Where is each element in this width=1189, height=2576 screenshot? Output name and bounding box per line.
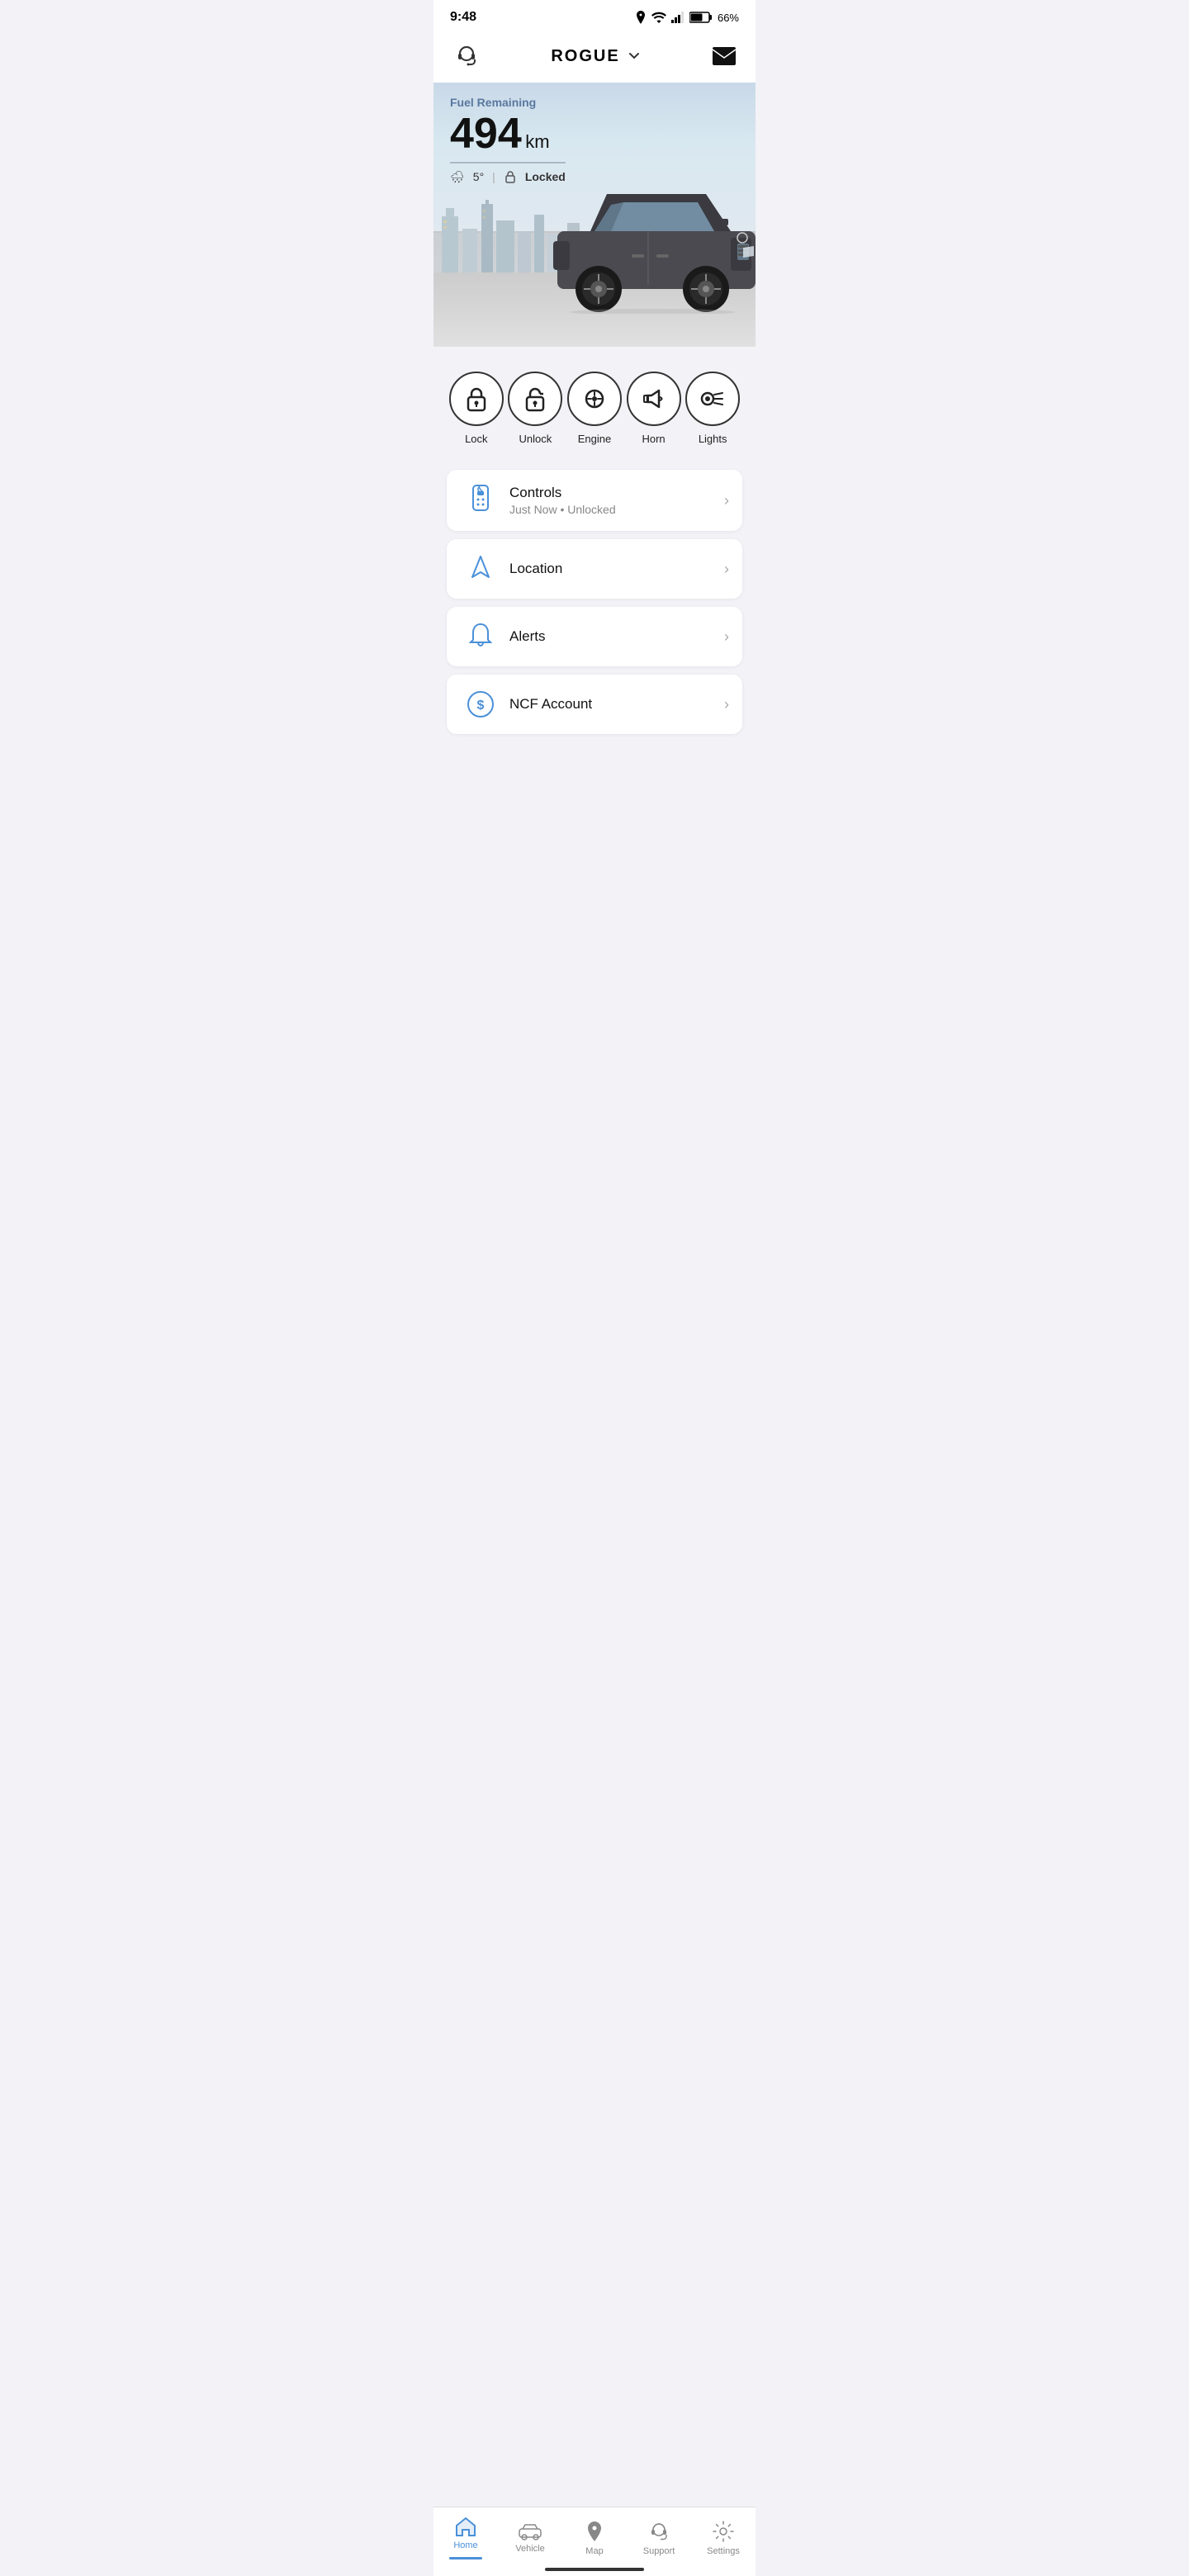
engine-icon: [581, 386, 608, 412]
lock-status: Locked: [525, 170, 566, 183]
temperature: 5°: [473, 170, 484, 183]
bottom-navigation: Home Vehicle Map Support: [433, 2507, 756, 2576]
lock-circle: [449, 372, 504, 426]
status-bar: 9:48 66%: [433, 0, 756, 31]
menu-section: Controls Just Now • Unlocked › Location …: [433, 470, 756, 747]
home-indicator-bar: [545, 2568, 644, 2571]
engine-button[interactable]: Engine: [567, 372, 622, 445]
support-headset-icon: [647, 2520, 671, 2543]
alerts-content: Alerts: [501, 628, 724, 645]
controls-icon-container: [460, 485, 501, 516]
dropdown-chevron-icon: [627, 49, 642, 64]
lights-button[interactable]: Lights: [685, 372, 740, 445]
controls-remote-icon: [467, 485, 494, 516]
fuel-unit: km: [525, 131, 549, 152]
lock-label: Lock: [465, 433, 487, 445]
quick-controls-section: Lock Unlock: [433, 347, 756, 470]
controls-subtitle: Just Now • Unlocked: [509, 503, 716, 516]
battery-icon: [689, 12, 713, 23]
app-header: ROGUE: [433, 31, 756, 83]
controls-title: Controls: [509, 485, 716, 501]
ncf-title: NCF Account: [509, 696, 716, 713]
ncf-dollar-icon: $: [466, 689, 495, 719]
fuel-divider: [450, 162, 566, 163]
ncf-icon-container: $: [460, 689, 501, 719]
unlock-circle: [508, 372, 562, 426]
nav-vehicle[interactable]: Vehicle: [498, 2522, 562, 2554]
location-chevron: ›: [724, 561, 729, 578]
nav-support[interactable]: Support: [627, 2520, 691, 2556]
battery-percent: 66%: [718, 12, 739, 24]
home-icon: [454, 2516, 477, 2537]
nav-support-label: Support: [643, 2546, 675, 2556]
controls-menu-item[interactable]: Controls Just Now • Unlocked ›: [447, 470, 742, 531]
controls-content: Controls Just Now • Unlocked: [501, 485, 724, 516]
fuel-label: Fuel Remaining: [450, 96, 739, 109]
location-nav-icon: [468, 554, 493, 584]
alerts-title: Alerts: [509, 628, 716, 645]
nav-home-label: Home: [453, 2540, 477, 2550]
vehicle-status: 🌧 5° | Locked: [450, 170, 739, 184]
horn-label: Horn: [642, 433, 665, 445]
hero-section: Fuel Remaining 494 km 🌧 5° | Locked: [433, 83, 756, 347]
engine-label: Engine: [578, 433, 611, 445]
vehicle-selector[interactable]: ROGUE: [551, 47, 641, 66]
horn-icon: [641, 386, 667, 412]
location-title: Location: [509, 561, 716, 577]
nav-settings-label: Settings: [707, 2546, 740, 2556]
fuel-amount: 494 km: [450, 112, 739, 155]
support-icon[interactable]: [450, 40, 483, 73]
lights-label: Lights: [699, 433, 727, 445]
status-time: 9:48: [450, 10, 476, 25]
status-icons: 66%: [635, 11, 739, 24]
location-icon: [635, 11, 647, 24]
location-icon-container: [460, 554, 501, 584]
lights-circle: [685, 372, 740, 426]
vehicle-name: ROGUE: [551, 47, 619, 66]
nav-map-label: Map: [585, 2546, 603, 2556]
alerts-icon-container: [460, 622, 501, 651]
signal-icon: [671, 12, 685, 23]
nav-settings[interactable]: Settings: [691, 2520, 756, 2556]
ncf-content: NCF Account: [501, 696, 724, 713]
mail-icon: [712, 46, 737, 66]
wifi-icon: [651, 12, 666, 23]
svg-text:$: $: [477, 698, 485, 713]
weather-icon: 🌧: [450, 170, 465, 184]
horn-circle: [627, 372, 681, 426]
map-pin-icon: [585, 2520, 604, 2543]
location-menu-item[interactable]: Location ›: [447, 539, 742, 599]
messages-button[interactable]: [709, 41, 739, 71]
unlock-icon: [522, 386, 548, 412]
lock-icon: [463, 386, 490, 412]
location-content: Location: [501, 561, 724, 577]
vehicle-icon: [518, 2522, 542, 2540]
horn-button[interactable]: Horn: [627, 372, 681, 445]
engine-circle: [567, 372, 622, 426]
nav-vehicle-label: Vehicle: [515, 2544, 544, 2554]
alerts-chevron: ›: [724, 628, 729, 646]
lock-icon: [504, 170, 517, 183]
controls-chevron: ›: [724, 492, 729, 509]
settings-gear-icon: [712, 2520, 735, 2543]
nav-home[interactable]: Home: [433, 2516, 498, 2559]
ncf-account-menu-item[interactable]: $ NCF Account ›: [447, 675, 742, 734]
quick-controls: Lock Unlock: [447, 363, 742, 462]
nav-map[interactable]: Map: [562, 2520, 627, 2556]
lights-icon: [699, 386, 726, 412]
fuel-number: 494: [450, 110, 522, 158]
alerts-menu-item[interactable]: Alerts ›: [447, 607, 742, 666]
unlock-label: Unlock: [519, 433, 552, 445]
alerts-bell-icon: [468, 622, 493, 651]
unlock-button[interactable]: Unlock: [508, 372, 562, 445]
lock-button[interactable]: Lock: [449, 372, 504, 445]
ncf-chevron: ›: [724, 696, 729, 713]
home-active-indicator: [449, 2557, 482, 2559]
